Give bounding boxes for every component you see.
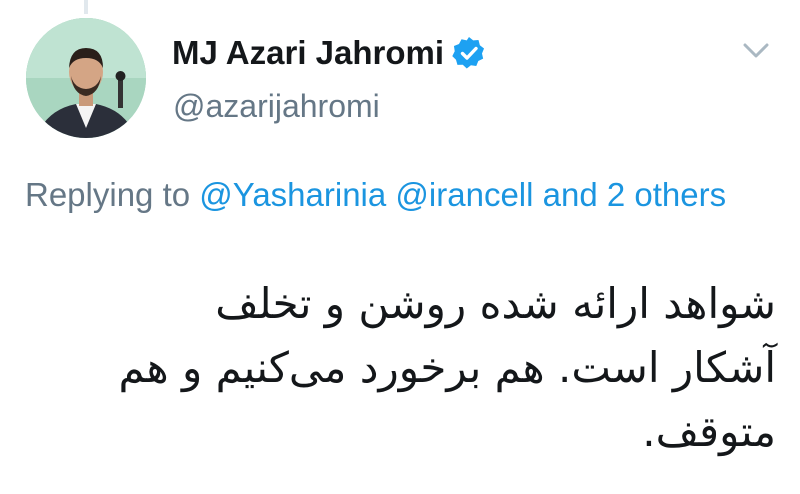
reply-context: Replying to @Yasharinia @irancell and 2 …	[25, 168, 745, 221]
tweet-text: شواهد ارائه شده روشن و تخلف آشکار است. ه…	[16, 272, 776, 464]
profile-photo-icon	[26, 18, 146, 138]
tweet-text-line: متوقف.	[642, 407, 776, 456]
chevron-down-icon[interactable]	[738, 36, 774, 66]
reply-prefix: Replying to	[25, 176, 200, 213]
tweet-text-line: آشکار است. هم برخورد می‌کنیم و هم	[118, 343, 776, 392]
avatar[interactable]	[26, 18, 146, 138]
tweet-card: MJ Azari Jahromi @azarijahromi Replying …	[0, 0, 800, 494]
author-name-row[interactable]: MJ Azari Jahromi	[172, 30, 486, 76]
mention-link[interactable]: @Yasharinia	[199, 176, 386, 213]
reply-joiner: and	[533, 176, 607, 213]
thread-connector-line	[84, 0, 88, 14]
others-link[interactable]: 2 others	[607, 176, 726, 213]
tweet-text-line: شواهد ارائه شده روشن و تخلف	[215, 279, 776, 328]
mention-link[interactable]: @irancell	[395, 176, 533, 213]
display-name[interactable]: MJ Azari Jahromi	[172, 34, 444, 72]
verified-badge-icon	[452, 36, 486, 70]
author-handle[interactable]: @azarijahromi	[173, 88, 380, 125]
